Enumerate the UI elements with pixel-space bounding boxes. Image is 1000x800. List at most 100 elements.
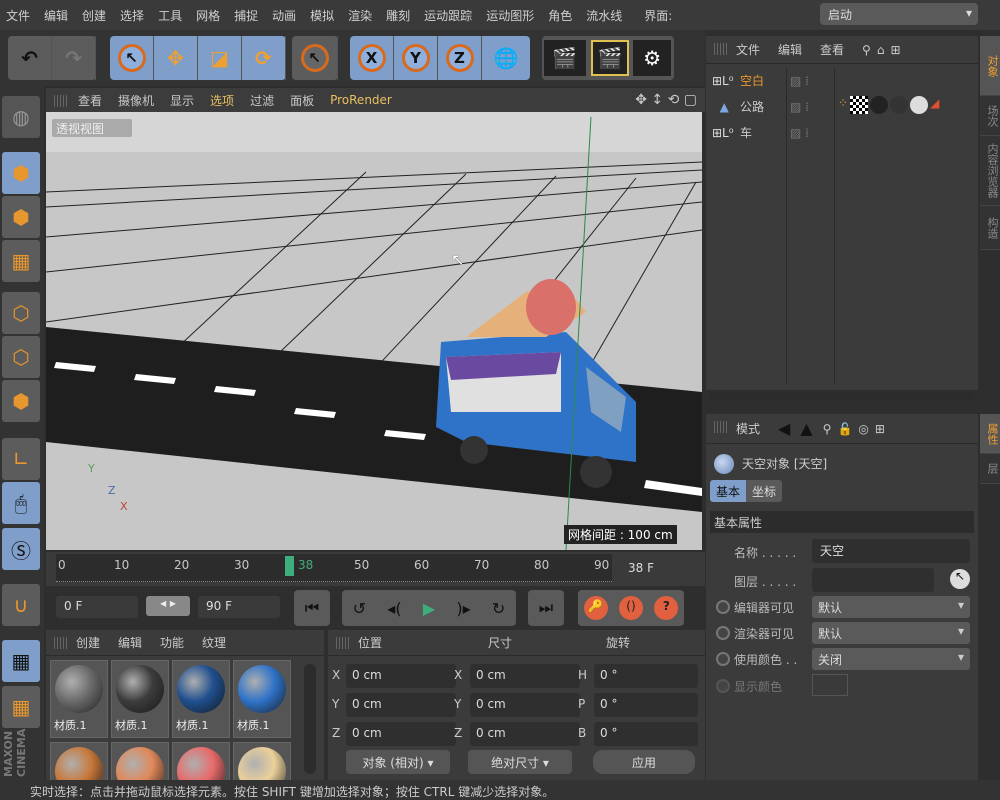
new-panel-icon[interactable]: ⊞ [890, 43, 900, 57]
edges-mode-icon[interactable]: ⬡ [2, 336, 40, 378]
texture-mode-icon[interactable]: ⬢ [2, 196, 40, 238]
menu-sculpt[interactable]: 雕刻 [386, 7, 410, 24]
object-menu-edit[interactable]: 编辑 [778, 41, 802, 58]
menu-edit[interactable]: 编辑 [44, 7, 68, 24]
texture-tag-icon[interactable] [850, 96, 869, 114]
lock-workplane-icon[interactable]: ▦ [2, 640, 40, 682]
visibility-toggle-icon[interactable]: ▨ ⁞ [790, 100, 809, 114]
display-color-swatch[interactable] [812, 674, 848, 696]
render-visible-radio[interactable] [716, 626, 730, 640]
material-swatch[interactable]: 材质.1 [111, 660, 169, 738]
start-frame-field[interactable]: 0 F [56, 596, 138, 618]
rotation-field[interactable]: 0 ° [594, 722, 698, 746]
undo-icon[interactable]: ↶ [8, 36, 52, 80]
viewport-3d[interactable]: 透视视图 网格间距 : 100 cm Y Z X ↖ [46, 112, 702, 550]
editor-visible-dropdown[interactable]: 默认 [812, 596, 970, 618]
z-axis-button[interactable]: Z [438, 36, 482, 80]
menu-render[interactable]: 渲染 [348, 7, 372, 24]
workplane-icon[interactable]: ▦ [2, 240, 40, 282]
viewport-menu-view[interactable]: 查看 [78, 92, 102, 109]
end-frame-field[interactable]: 90 F [198, 596, 280, 618]
tweak-mode-icon[interactable]: 🖱 [2, 482, 40, 524]
use-color-radio[interactable] [716, 652, 730, 666]
tab-layers[interactable]: 层 [980, 454, 1000, 484]
y-axis-button[interactable]: Y [394, 36, 438, 80]
viewport-menu-display[interactable]: 显示 [170, 92, 194, 109]
material-scrollbar[interactable] [304, 664, 316, 774]
home-icon[interactable]: ⌂ [877, 43, 885, 57]
world-coord-icon[interactable]: 🌐 [482, 36, 530, 80]
range-slider[interactable]: ◂ ▸ [146, 596, 190, 616]
material-swatch[interactable] [111, 742, 169, 780]
material-tag-icon[interactable] [910, 96, 929, 114]
material-swatch[interactable]: 材质.1 [50, 660, 108, 738]
menu-simulate[interactable]: 模拟 [310, 7, 334, 24]
model-mode-icon[interactable]: ⬢ [2, 152, 40, 194]
menu-character[interactable]: 角色 [548, 7, 572, 24]
object-menu-file[interactable]: 文件 [736, 41, 760, 58]
object-row[interactable]: ⊞L⁰ 车 ▨ ⁞ [706, 120, 976, 145]
back-arrow-icon[interactable]: ◀ [778, 419, 790, 438]
viewport-menu-panel[interactable]: 面板 [290, 92, 314, 109]
material-swatch[interactable]: 材质.1 [233, 660, 291, 738]
target-icon[interactable]: ◎ [858, 422, 868, 436]
solo-icon[interactable]: Ⓢ [2, 528, 40, 570]
viewport-menu-camera[interactable]: 摄像机 [118, 92, 154, 109]
material-swatch[interactable] [172, 742, 230, 780]
record-key-icon[interactable]: 🔑 [583, 596, 608, 620]
x-axis-button[interactable]: X [350, 36, 394, 80]
timeline[interactable]: 0 10 20 30 50 60 70 80 90 38 38 F [46, 552, 705, 586]
move-tool-icon[interactable]: ✥ [154, 36, 198, 80]
viewport-menu-filter[interactable]: 过滤 [250, 92, 274, 109]
render-visible-dropdown[interactable]: 默认 [812, 622, 970, 644]
position-field[interactable]: 0 cm [346, 722, 456, 746]
material-swatch[interactable]: 材质.1 [172, 660, 230, 738]
name-field[interactable]: 天空 [812, 539, 970, 563]
next-frame-icon[interactable]: )▸ [456, 599, 470, 618]
prev-key-icon[interactable]: ↺ [353, 599, 366, 618]
tab-objects[interactable]: 对象 [980, 36, 1000, 96]
size-mode-dropdown[interactable]: 绝对尺寸 ▾ [468, 750, 572, 774]
timeline-ruler[interactable]: 0 10 20 30 50 60 70 80 90 38 [56, 554, 612, 582]
apply-button[interactable]: 应用 [593, 750, 695, 774]
planar-workplane-icon[interactable]: ▦ [2, 686, 40, 728]
search-icon[interactable]: ⚲ [823, 422, 832, 436]
snap-magnet-icon[interactable]: ∪ [2, 584, 40, 626]
position-field[interactable]: 0 cm [346, 664, 456, 688]
menu-file[interactable]: 文件 [6, 7, 30, 24]
menu-create[interactable]: 创建 [82, 7, 106, 24]
menu-pipeline[interactable]: 流水线 [586, 7, 622, 24]
tab-content-browser[interactable]: 内容浏览器 [980, 136, 1000, 206]
live-select-button[interactable]: ↖ [292, 36, 338, 80]
next-key-icon[interactable]: ↻ [492, 599, 505, 618]
viewport-nav-icons[interactable]: ✥ ↕ ⟲ ▢ [635, 92, 697, 108]
menu-select[interactable]: 选择 [120, 7, 144, 24]
render-picture-viewer-icon[interactable]: 🎬 [590, 40, 630, 76]
lock-icon[interactable]: 🔓 [837, 422, 852, 436]
viewport-menu-options[interactable]: 选项 [210, 92, 234, 109]
visibility-toggle-icon[interactable]: ▨ ⁞ [790, 74, 809, 88]
goto-end-button[interactable]: ⏭ [528, 590, 564, 626]
editor-visible-radio[interactable] [716, 600, 730, 614]
view-mode-icon[interactable]: ◍ [2, 96, 40, 138]
menu-animate[interactable]: 动画 [272, 7, 296, 24]
size-field[interactable]: 0 cm [470, 722, 580, 746]
use-color-dropdown[interactable]: 关闭 [812, 648, 970, 670]
tab-attributes[interactable]: 属性 [980, 414, 1000, 454]
layout-select[interactable]: 启动 ▾ [820, 3, 978, 25]
visibility-toggle-icon[interactable]: ▨ ⁞ [790, 126, 809, 140]
current-frame-field[interactable]: 38 F [620, 558, 702, 580]
rotation-field[interactable]: 0 ° [594, 693, 698, 717]
axis-mode-icon[interactable]: ∟ [2, 438, 40, 480]
play-icon[interactable]: ▶ [423, 599, 435, 618]
playhead[interactable] [284, 556, 294, 576]
prev-frame-icon[interactable]: ◂( [387, 599, 401, 618]
material-swatch[interactable] [50, 742, 108, 780]
coordinate-mode-dropdown[interactable]: 对象 (相对) ▾ [346, 750, 450, 774]
render-view-icon[interactable]: 🎬 [544, 40, 587, 76]
material-menu-create[interactable]: 创建 [76, 634, 100, 651]
menu-tools[interactable]: 工具 [158, 7, 182, 24]
menu-snap[interactable]: 捕捉 [234, 7, 258, 24]
object-menu-view[interactable]: 查看 [820, 41, 844, 58]
object-row[interactable]: ⊞L⁰ 空白 ▨ ⁞ [706, 68, 976, 93]
